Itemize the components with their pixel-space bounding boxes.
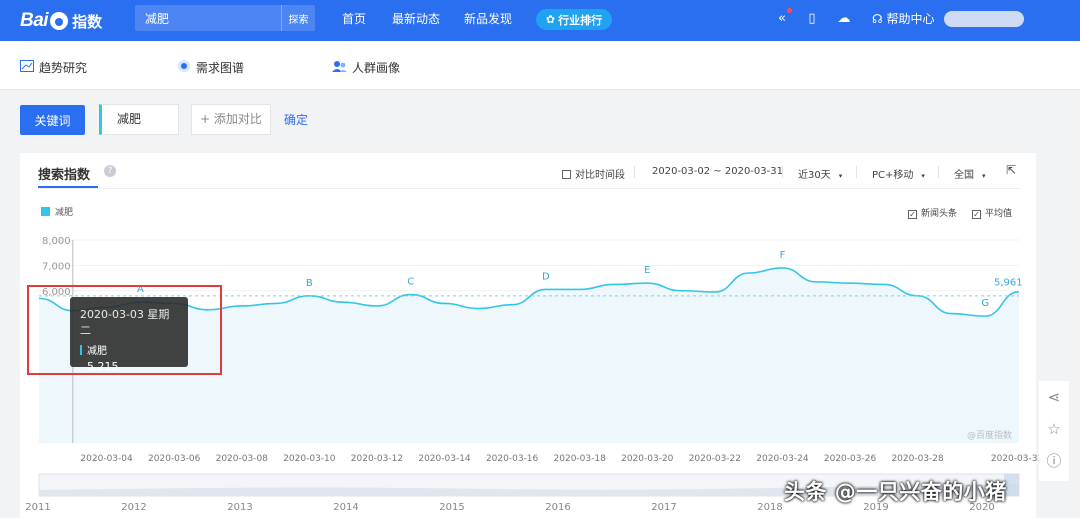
annotation-label: F: [780, 250, 786, 261]
annotation-label: E: [644, 265, 650, 276]
annotation-label: D: [542, 271, 550, 282]
x-tick-label: 2020-03-10: [283, 454, 336, 464]
timeline-year-label: 2012: [121, 502, 146, 513]
x-tick-label: 2020-03-12: [351, 454, 403, 464]
search-index-chart[interactable]: 1,0002,0003,0004,0005,0006,0007,0008,000…: [0, 0, 1080, 518]
watermark-text: 头条 @一只兴奋的小猪: [784, 480, 1007, 504]
x-tick-label: 2020-03-26: [824, 454, 877, 464]
red-highlight-box: [27, 285, 222, 375]
timeline-year-label: 2013: [227, 502, 252, 513]
x-tick-label: 2020-03-20: [621, 454, 674, 464]
annotation-label: G: [981, 298, 989, 309]
x-tick-label: 2020-03-14: [418, 454, 471, 464]
x-tick-label: 2020-03-18: [554, 454, 607, 464]
y-tick-label: 8,000: [42, 236, 71, 247]
x-tick-label: 2020-03-24: [756, 454, 809, 464]
side-toolbar: ⋖ ☆ ⓘ: [1039, 381, 1069, 481]
x-tick-label: 2020-03-08: [216, 454, 269, 464]
share-icon[interactable]: ⋖: [1044, 387, 1064, 407]
timeline-year-label: 2017: [651, 502, 676, 513]
x-tick-label: 2020-03-06: [148, 454, 201, 464]
help-circle-icon[interactable]: ⓘ: [1044, 451, 1064, 471]
y-tick-label: 7,000: [42, 261, 71, 272]
source-mark: @百度指数: [967, 429, 1012, 441]
annotation-label: C: [407, 277, 414, 288]
x-tick-label: 2020-03-04: [80, 454, 133, 464]
star-icon[interactable]: ☆: [1044, 419, 1064, 439]
x-tick-label: 2020-03-28: [891, 454, 944, 464]
timeline-year-label: 2016: [545, 502, 570, 513]
timeline-year-label: 2014: [333, 502, 358, 513]
timeline-year-label: 2015: [439, 502, 464, 513]
annotation-label: B: [306, 278, 313, 289]
x-tick-label: 2020-03-22: [689, 454, 741, 464]
timeline-year-label: 2018: [757, 502, 782, 513]
last-value-label: 5,961: [994, 278, 1023, 289]
timeline-year-label: 2011: [25, 502, 50, 513]
x-tick-label: 2020-03-16: [486, 454, 539, 464]
x-tick-label: 2020-03-31: [991, 454, 1043, 464]
